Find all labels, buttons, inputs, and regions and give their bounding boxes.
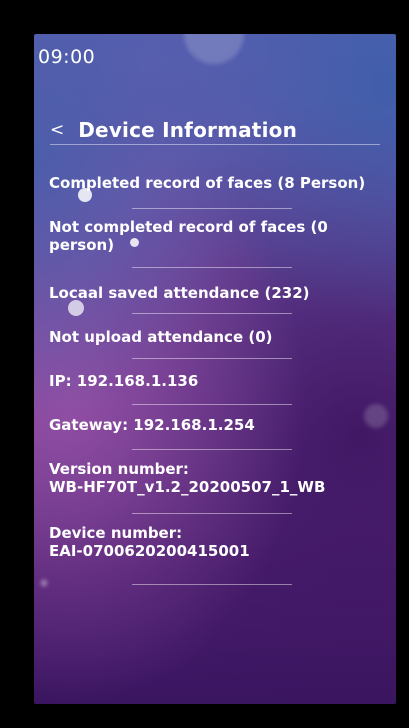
info-text: Completed record of faces (8 Person) (49, 174, 366, 192)
status-bar-time: 09:00 (38, 46, 96, 68)
bokeh-decoration (41, 580, 47, 586)
info-item-not-uploaded-attendance: Not upload attendance (0) (49, 328, 384, 346)
info-item-completed-faces: Completed record of faces (8 Person) (49, 174, 384, 192)
info-text: Gateway: 192.168.1.254 (49, 416, 255, 434)
item-divider (132, 404, 292, 405)
item-divider (132, 584, 292, 585)
header: < Device Information (50, 118, 297, 142)
info-item-version-number: Version number: WB-HF70T_v1.2_20200507_1… (49, 460, 384, 496)
page-title: Device Information (78, 118, 298, 142)
info-text: WB-HF70T_v1.2_20200507_1_WB (49, 478, 326, 496)
info-item-not-completed-faces: Not completed record of faces (0 person) (49, 218, 384, 254)
info-item-device-number: Device number: EAI-0700620200415001 (49, 524, 384, 560)
chevron-left-icon[interactable]: < (50, 121, 64, 139)
item-divider (132, 267, 292, 268)
info-item-gateway: Gateway: 192.168.1.254 (49, 416, 384, 434)
item-divider (132, 208, 292, 209)
item-divider (132, 313, 292, 314)
item-divider (132, 513, 292, 514)
info-item-ip: IP: 192.168.1.136 (49, 372, 384, 390)
info-item-local-attendance: Locaal saved attendance (232) (49, 284, 384, 302)
info-text: Not upload attendance (0) (49, 328, 273, 346)
device-frame: 09:00 < Device Information Completed rec… (0, 0, 409, 728)
info-text: EAI-0700620200415001 (49, 542, 250, 560)
info-text: Version number: (49, 460, 189, 478)
item-divider (132, 358, 292, 359)
screen: 09:00 < Device Information Completed rec… (34, 34, 396, 704)
info-text: person) (49, 236, 115, 254)
item-divider (132, 449, 292, 450)
bokeh-decoration (68, 300, 84, 316)
info-text: Locaal saved attendance (232) (49, 284, 310, 302)
header-divider (50, 144, 380, 145)
info-text: Device number: (49, 524, 183, 542)
info-text: IP: 192.168.1.136 (49, 372, 199, 390)
bokeh-decoration (184, 34, 244, 64)
info-text: Not completed record of faces (0 (49, 218, 328, 236)
